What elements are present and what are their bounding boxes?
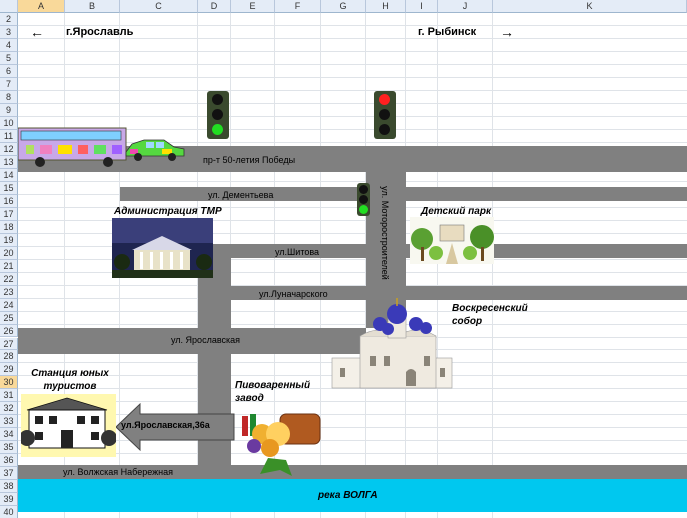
row-header-19[interactable]: 19 <box>0 233 18 247</box>
corner-select-all[interactable] <box>0 0 18 13</box>
lamp-green <box>359 205 368 214</box>
street-label-motorostroiteley: ул. Моторостроителей <box>379 186 390 280</box>
column-header-e[interactable]: E <box>231 0 275 13</box>
grid-line-column <box>492 13 493 518</box>
row-header-36[interactable]: 36 <box>0 454 18 468</box>
cathedral-icon <box>331 298 453 389</box>
traffic-light-left-icon <box>207 91 229 139</box>
row-header-4[interactable]: 4 <box>0 38 18 52</box>
street-label-naberezhnaya: ул. Волжская Набережная <box>63 467 173 477</box>
row-header-9[interactable]: 9 <box>0 103 18 117</box>
row-header-15[interactable]: 15 <box>0 181 18 195</box>
traffic-light-small-icon <box>357 183 370 216</box>
spreadsheet-sheet: A B C D E F G H I J K 2 3 4 5 6 7 8 9 10 11 12 13 14… <box>0 0 687 518</box>
row-header-17[interactable]: 17 <box>0 207 18 221</box>
row-header-5[interactable]: 5 <box>0 51 18 65</box>
column-header-h[interactable]: H <box>366 0 406 13</box>
row-header-7[interactable]: 7 <box>0 77 18 91</box>
cathedral-label: Воскресенский собор <box>452 303 528 327</box>
lamp-off <box>379 109 390 120</box>
row-header-33[interactable]: 33 <box>0 415 18 429</box>
station-label: Станция юных туристов <box>31 368 109 392</box>
station-building-icon <box>21 394 116 457</box>
lamp-off <box>359 185 368 194</box>
row-header-39[interactable]: 39 <box>0 493 18 507</box>
column-header-j[interactable]: J <box>438 0 493 13</box>
street-label-lunacharskogo: ул.Луначарского <box>259 289 328 299</box>
park-label: Детский парк <box>421 206 492 217</box>
arrow-right-icon: → <box>500 24 514 40</box>
row-header-13[interactable]: 13 <box>0 155 18 169</box>
row-header-11[interactable]: 11 <box>0 129 18 143</box>
row-header-8[interactable]: 8 <box>0 90 18 104</box>
brewery-label: Пивоваренный завод <box>235 380 311 404</box>
bus-icon <box>18 127 127 167</box>
row-header-20[interactable]: 20 <box>0 246 18 260</box>
row-header-22[interactable]: 22 <box>0 272 18 286</box>
row-header-16[interactable]: 16 <box>0 194 18 208</box>
row-header-27[interactable]: 27 <box>0 337 18 351</box>
street-label-shitova: ул.Шитова <box>275 247 320 257</box>
row-header-14[interactable]: 14 <box>0 168 18 182</box>
row-header-34[interactable]: 34 <box>0 428 18 442</box>
row-header-23[interactable]: 23 <box>0 285 18 299</box>
lamp-off <box>379 124 390 135</box>
row-header-38[interactable]: 38 <box>0 480 18 494</box>
lamp-green <box>212 124 223 135</box>
street-label-pobedy: пр-т 50-летия Победы <box>203 155 296 165</box>
row-header-25[interactable]: 25 <box>0 311 18 325</box>
column-header-i[interactable]: I <box>406 0 438 13</box>
row-header-29[interactable]: 29 <box>0 363 18 377</box>
park-icon <box>410 217 494 264</box>
column-header-b[interactable]: B <box>65 0 120 13</box>
direction-yaroslavl: г.Ярославль <box>66 26 134 38</box>
traffic-light-right-icon <box>374 91 396 139</box>
street-label-yaroslavskaya: ул. Ярославская <box>171 335 241 345</box>
column-header-g[interactable]: G <box>321 0 366 13</box>
row-header-6[interactable]: 6 <box>0 64 18 78</box>
row-header-12[interactable]: 12 <box>0 142 18 156</box>
brewery-icon <box>242 413 321 476</box>
row-header-35[interactable]: 35 <box>0 441 18 455</box>
lamp-off <box>359 195 368 204</box>
street-label-dementyeva: ул. Дементьева <box>208 190 274 200</box>
lamp-red <box>379 94 390 105</box>
column-header-a[interactable]: A <box>18 0 65 13</box>
column-header-c[interactable]: C <box>120 0 198 13</box>
row-header-31[interactable]: 31 <box>0 389 18 403</box>
administration-label: Администрация ТМР <box>114 206 222 217</box>
row-header-2[interactable]: 2 <box>0 13 18 26</box>
row-header-21[interactable]: 21 <box>0 259 18 273</box>
column-header-d[interactable]: D <box>198 0 231 13</box>
row-header-24[interactable]: 24 <box>0 298 18 312</box>
road-dementyeva-right <box>406 187 687 201</box>
row-header-18[interactable]: 18 <box>0 220 18 234</box>
row-header-28[interactable]: 28 <box>0 350 18 364</box>
row-header-40[interactable]: 40 <box>0 506 18 518</box>
river-label: река ВОЛГА <box>318 490 378 501</box>
address-label: ул.Ярославская,36а <box>121 420 210 430</box>
row-header-3[interactable]: 3 <box>0 25 18 39</box>
direction-rybinsk: г. Рыбинск <box>418 26 477 38</box>
row-header-26[interactable]: 26 <box>0 324 18 338</box>
lamp-off <box>212 109 223 120</box>
row-header-10[interactable]: 10 <box>0 116 18 130</box>
administration-building-icon <box>112 218 213 278</box>
row-header-30[interactable]: 30 <box>0 376 18 390</box>
grid-line-column <box>437 13 438 518</box>
column-header-f[interactable]: F <box>275 0 321 13</box>
row-header-32[interactable]: 32 <box>0 402 18 416</box>
car-icon <box>125 139 185 161</box>
column-header-k[interactable]: K <box>493 0 687 13</box>
lamp-off <box>212 94 223 105</box>
row-header-37[interactable]: 37 <box>0 467 18 481</box>
arrow-left-icon: ← <box>30 24 44 40</box>
